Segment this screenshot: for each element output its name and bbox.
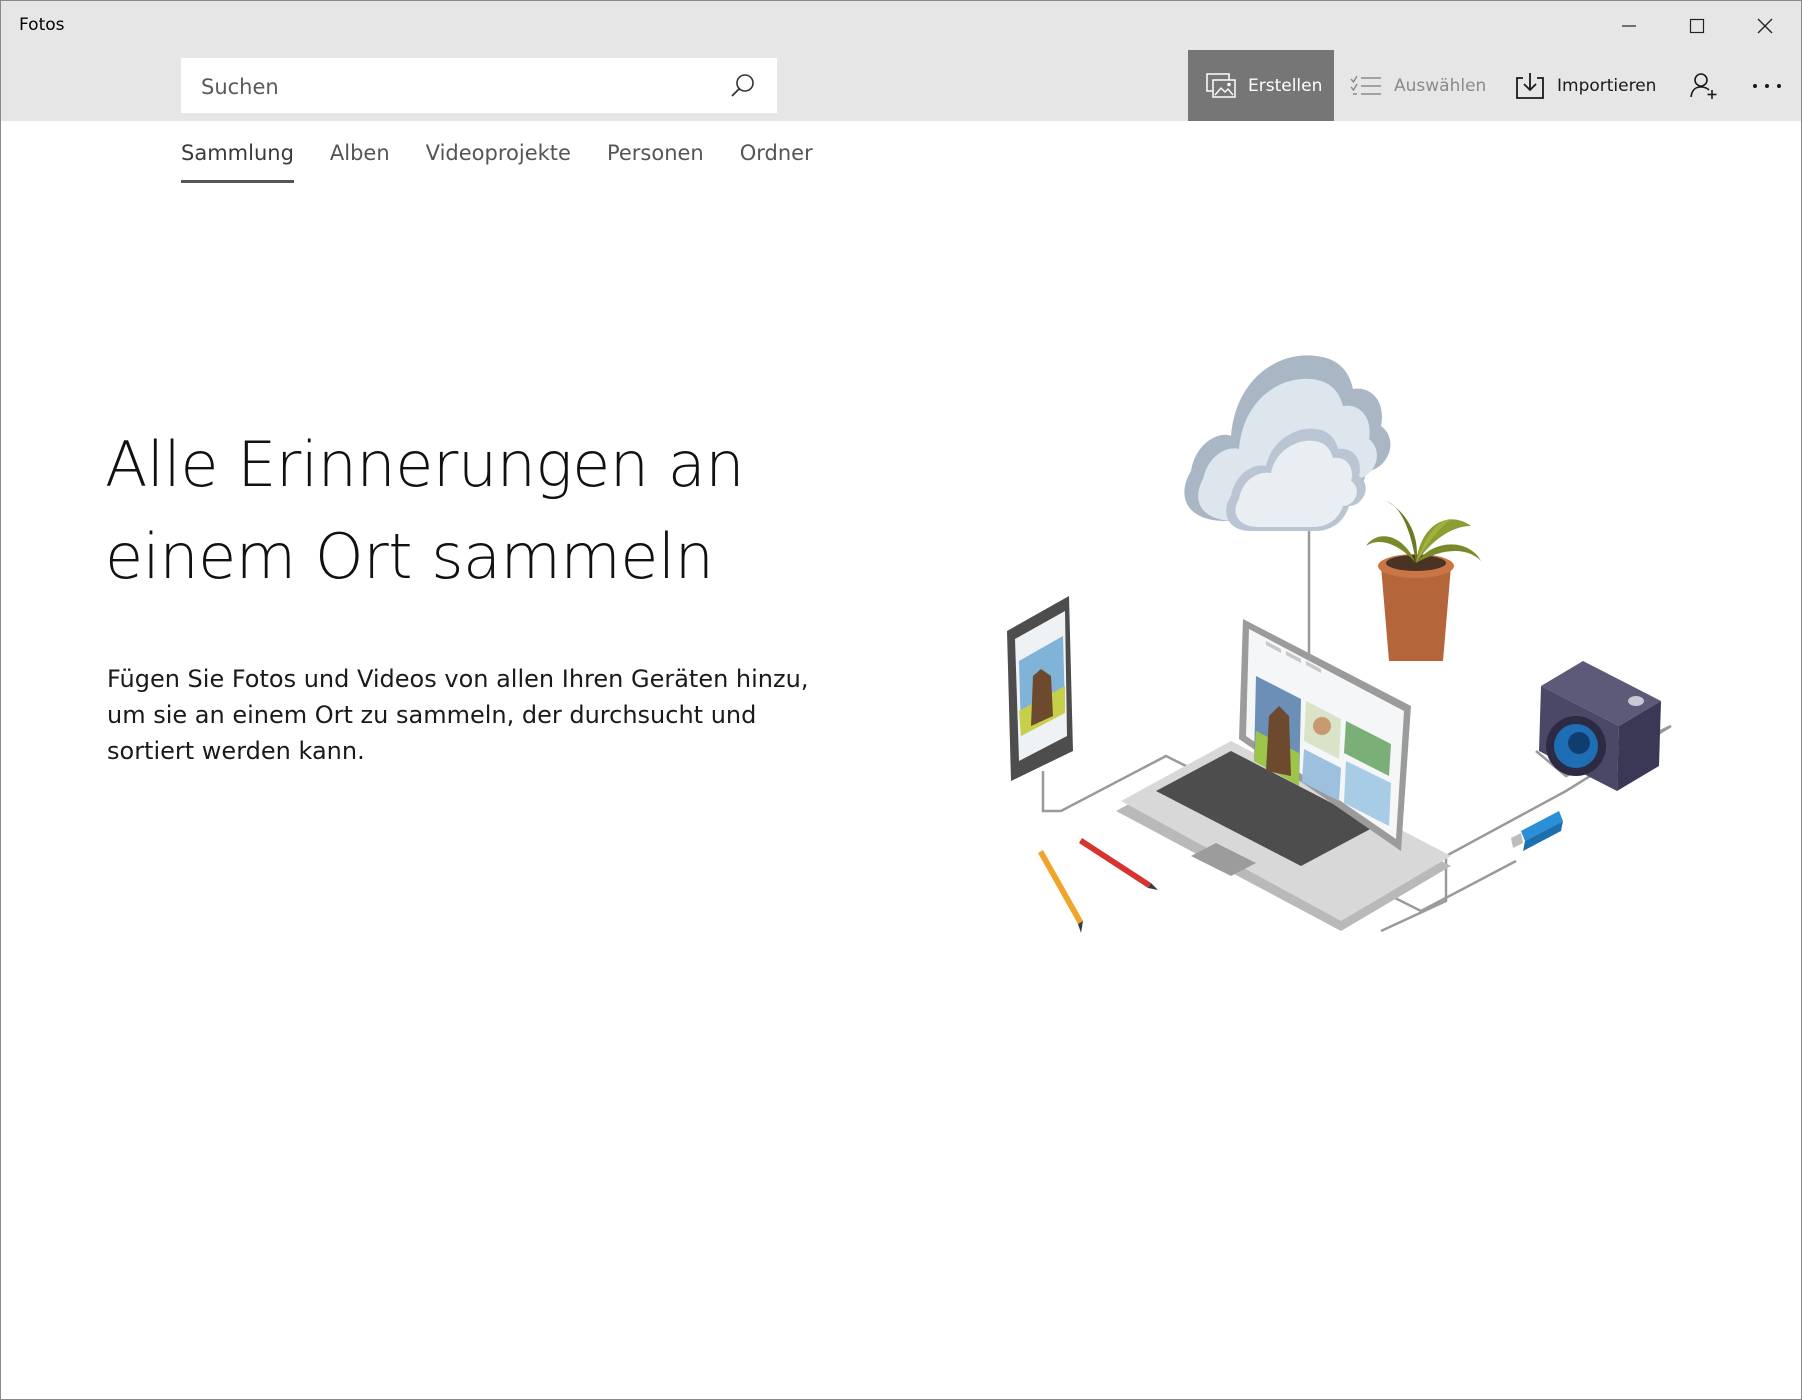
tab-ordner[interactable]: Ordner [740, 141, 813, 181]
search-input[interactable] [199, 58, 723, 115]
plant-icon [1366, 501, 1481, 661]
select-label: Auswählen [1394, 75, 1487, 96]
phone-icon [1007, 596, 1073, 781]
title-bar: Fotos [1, 1, 1801, 51]
select-list-icon [1350, 75, 1381, 95]
camera-icon [1539, 661, 1661, 791]
search-icon[interactable] [729, 72, 757, 100]
hero-description-line-2: um sie an einem Ort zu sammeln, der durc… [107, 701, 757, 729]
maximize-icon [1689, 18, 1705, 34]
devices-cloud-illustration [1007, 355, 1672, 933]
import-button[interactable]: Importieren [1515, 50, 1656, 121]
maximize-button[interactable] [1663, 1, 1731, 51]
close-icon [1757, 18, 1773, 34]
hero-description-line-1: Fügen Sie Fotos und Videos von allen Ihr… [107, 665, 809, 693]
create-label: Erstellen [1248, 75, 1323, 96]
pencils-icon [1038, 838, 1158, 933]
create-slideshow-icon [1206, 72, 1236, 98]
more-icon [1753, 83, 1781, 88]
minimize-button[interactable] [1595, 1, 1663, 51]
add-user-icon [1690, 72, 1717, 99]
command-bar: Erstellen Auswählen Importieren [1, 50, 1801, 121]
account-button[interactable] [1687, 50, 1721, 121]
search-box [181, 58, 777, 115]
hero-description: Fügen Sie Fotos und Videos von allen Ihr… [107, 661, 827, 769]
app-window: Fotos Suchen Erstellen Auswählen Importi… [0, 0, 1802, 1400]
laptop-icon [1116, 619, 1451, 931]
select-button[interactable]: Auswählen [1350, 50, 1486, 121]
minimize-icon [1622, 25, 1636, 27]
hero-heading-line-1: Alle Erinnerungen an [105, 428, 745, 501]
navigation-tabs: Sammlung Alben Videoprojekte Personen Or… [181, 141, 849, 183]
hero-heading-line-2: einem Ort sammeln [105, 520, 714, 593]
close-button[interactable] [1731, 1, 1799, 51]
tab-alben[interactable]: Alben [330, 141, 390, 181]
hero-description-line-3: sortiert werden kann. [107, 737, 365, 765]
tab-videoprojekte[interactable]: Videoprojekte [426, 141, 571, 181]
import-label: Importieren [1557, 75, 1657, 96]
hero-heading: Alle Erinnerungen an einem Ort sammeln [105, 419, 805, 603]
import-icon [1516, 72, 1544, 99]
more-options-button[interactable] [1743, 50, 1791, 121]
tab-sammlung[interactable]: Sammlung [181, 141, 294, 183]
cloud-icon [1184, 355, 1391, 531]
window-title: Fotos [19, 15, 65, 35]
create-button[interactable]: Erstellen [1188, 50, 1334, 121]
tab-personen[interactable]: Personen [607, 141, 704, 181]
